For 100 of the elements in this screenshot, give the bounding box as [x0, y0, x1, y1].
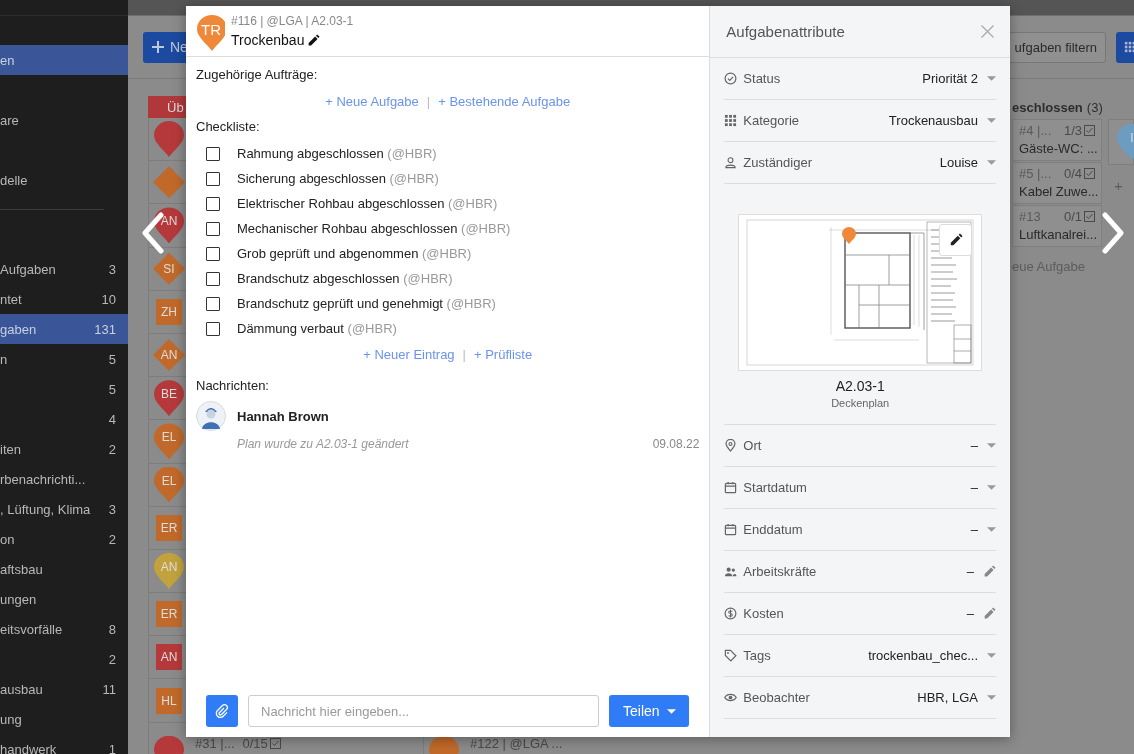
tag-icon	[724, 649, 738, 662]
category-marker: HL	[156, 687, 182, 714]
ticked-box-icon	[1084, 168, 1095, 179]
checkbox[interactable]	[206, 296, 220, 311]
checkbox[interactable]	[206, 171, 220, 186]
attribute-row[interactable]: Kategorie Trockenausbau	[724, 100, 996, 142]
sidebar-item[interactable]: , Lüftung, Klima 3	[0, 494, 128, 524]
checklist-item: Brandschutz geprüft und genehmigt	[237, 296, 443, 311]
category-marker: SI	[153, 252, 185, 285]
attribute-row[interactable]: Arbeitskräfte –	[724, 551, 996, 593]
share-button[interactable]: Teilen	[609, 695, 690, 727]
attribute-row[interactable]: Zuständiger Louise	[724, 142, 996, 184]
sidebar-item[interactable]: ung	[0, 704, 128, 734]
message-input[interactable]: Nachricht hier eingeben...	[248, 695, 600, 727]
sidebar-item[interactable]: aftsbau	[0, 554, 128, 584]
attribute-row[interactable]: Ort –	[724, 425, 996, 467]
sidebar-item[interactable]: ausbau 11	[0, 674, 128, 704]
task-title: Gäste-WC: ...	[1019, 141, 1095, 156]
caret-icon	[987, 76, 996, 81]
check-circle-icon	[724, 72, 738, 85]
sidebar-item[interactable]: Aufgaben 3	[0, 254, 128, 284]
sidebar-item[interactable]: on 2	[0, 524, 128, 554]
caret-icon	[987, 653, 996, 658]
attribute-row[interactable]: Startdatum –	[724, 467, 996, 509]
task-title: Trockenbau	[231, 32, 305, 48]
column-header: eschlossen	[1012, 99, 1083, 115]
sidebar-item[interactable]: eitsvorfälle 8	[0, 614, 128, 644]
location-pin-icon	[842, 227, 857, 244]
task-title: Luftkanalrei...	[1019, 227, 1095, 242]
sidebar-item[interactable]: 5	[0, 374, 128, 404]
pencil-icon	[948, 233, 963, 247]
attribute-row[interactable]: Status Priorität 2	[724, 58, 996, 100]
ticked-box-icon	[1084, 125, 1095, 136]
caret-icon	[987, 695, 996, 700]
sidebar-item[interactable]: gaben 131	[0, 314, 128, 344]
category-marker: ER	[156, 514, 182, 541]
field-value: –	[970, 522, 978, 537]
caret-icon	[666, 708, 676, 714]
sidebar-item[interactable]: en	[0, 45, 128, 75]
plus-icon	[152, 41, 164, 53]
checklist-item: Elektrischer Rohbau abgeschlossen	[237, 196, 445, 211]
location-pin-icon	[724, 439, 738, 452]
caret-icon	[987, 160, 996, 165]
sidebar-item[interactable]: handwerk 1	[0, 734, 128, 754]
message-date: 09.08.22	[652, 437, 700, 451]
sidebar-item[interactable]: delle	[0, 165, 128, 195]
sidebar-item[interactable]: rbenachrichti...	[0, 464, 128, 494]
assignee-tag: (@HBR)	[387, 146, 437, 161]
caret-icon	[987, 527, 996, 532]
checkbox[interactable]	[206, 271, 220, 286]
ticked-box-icon	[269, 737, 281, 749]
assignee-tag: (@HBR)	[422, 246, 472, 261]
checkbox[interactable]	[206, 321, 220, 336]
task-avatar: TR	[197, 15, 225, 51]
field-label: Kategorie	[743, 113, 799, 128]
checklist-count: 0/4	[1063, 166, 1095, 181]
sidebar-item[interactable]: ntet 10	[0, 284, 128, 314]
checklist-count: 0/1	[1063, 209, 1095, 224]
assignee-tag: (@HBR)	[461, 221, 511, 236]
task-meta: #31 |...	[195, 735, 235, 751]
attribute-row[interactable]: Kosten –	[724, 593, 996, 635]
attribute-row[interactable]: Tags trockenbau_chec...	[724, 635, 996, 677]
sidebar-item[interactable]: are	[0, 105, 128, 135]
category-marker: EL	[154, 466, 184, 503]
checkbox[interactable]	[206, 146, 220, 161]
calendar-icon	[724, 481, 738, 494]
sidebar-item[interactable]: n 5	[0, 344, 128, 374]
task-count: (3)	[1086, 99, 1103, 115]
edit-plan-button[interactable]	[939, 224, 973, 256]
category-marker: ZH	[156, 298, 182, 325]
field-value: Trockenausbau	[888, 113, 978, 128]
field-label: Tags	[743, 648, 771, 663]
pencil-icon[interactable]	[307, 33, 321, 47]
section-label: Checkliste:	[196, 119, 261, 135]
attach-button[interactable]	[206, 695, 238, 727]
panel-title: Aufgabenattribute	[726, 23, 845, 40]
attribute-row[interactable]: Beobachter HBR, LGA	[724, 677, 996, 719]
field-value: trockenbau_chec...	[868, 648, 978, 663]
plan-name: A2.03-1	[835, 378, 885, 394]
plan-caption: Deckenplan	[831, 397, 890, 409]
attribute-row[interactable]: Enddatum –	[724, 509, 996, 551]
chevron-right-icon[interactable]	[1101, 212, 1125, 254]
field-label: Enddatum	[743, 522, 803, 537]
dollar-icon	[724, 607, 738, 620]
checkbox[interactable]	[206, 196, 220, 211]
task-meta: #122 | @LGA ...	[470, 735, 563, 751]
field-label: Startdatum	[743, 480, 807, 495]
field-label: Beobachter	[743, 690, 810, 705]
checkbox[interactable]	[206, 246, 220, 261]
sidebar-item[interactable]: 2	[0, 644, 128, 674]
caret-icon	[987, 485, 996, 490]
sidebar-item[interactable]: 4	[0, 404, 128, 434]
grid-icon	[1124, 41, 1134, 53]
sidebar-item[interactable]: iten 2	[0, 434, 128, 464]
checkbox[interactable]	[206, 221, 220, 236]
assignee-tag: (@HBR)	[389, 171, 439, 186]
eye-icon	[724, 691, 738, 704]
sidebar-item[interactable]: ungen	[0, 584, 128, 614]
ticked-box-icon	[1084, 211, 1095, 222]
message-author: Hannah Brown	[237, 408, 330, 424]
